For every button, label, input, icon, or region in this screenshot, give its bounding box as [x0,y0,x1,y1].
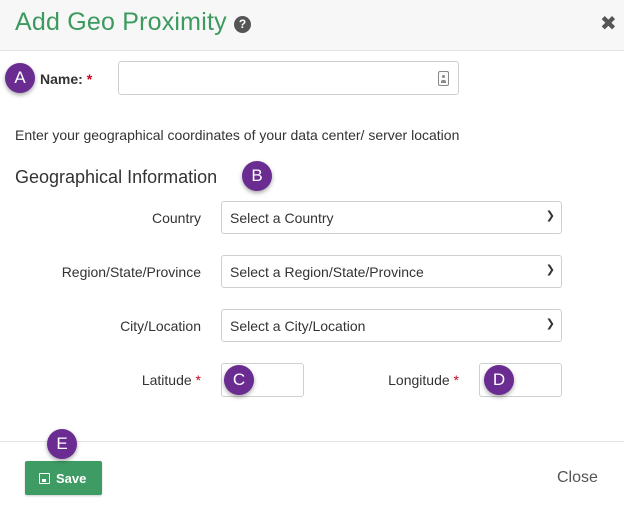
latitude-label: Latitude * [100,372,201,388]
chevron-down-icon: ❯ [545,210,555,222]
dialog-header: Add Geo Proximity ? ✖ [0,0,624,51]
floppy-disk-icon [39,473,50,484]
contact-card-icon [438,71,449,86]
annotation-badge-b: B [242,161,272,191]
intro-text: Enter your geographical coordinates of y… [15,127,460,143]
close-icon[interactable]: ✖ [600,11,617,36]
dialog-title: Add Geo Proximity [15,8,227,36]
save-button[interactable]: Save [25,461,102,495]
footer-divider [0,441,624,442]
name-input[interactable] [118,61,459,95]
annotation-badge-e: E [47,429,77,459]
longitude-label-text: Longitude [388,372,450,388]
required-asterisk: * [453,372,459,388]
latitude-label-text: Latitude [141,372,192,388]
city-label: City/Location [120,318,201,334]
help-icon[interactable]: ? [234,16,251,33]
close-button[interactable]: Close [557,469,598,487]
city-select-value: Select a City/Location [230,318,366,334]
chevron-down-icon: ❯ [545,318,555,330]
country-select-value: Select a Country [230,210,334,226]
name-label: Name: * [40,71,92,87]
annotation-badge-a: A [5,63,35,93]
annotation-badge-c: C [224,365,254,395]
region-label: Region/State/Province [61,264,201,280]
required-asterisk: * [86,71,93,87]
required-asterisk: * [195,372,201,388]
save-button-label: Save [56,471,87,486]
region-select[interactable]: Select a Region/State/Province ❯ [221,255,562,288]
region-select-value: Select a Region/State/Province [230,264,424,280]
name-label-text: Name: [40,71,83,87]
section-title: Geographical Information [15,167,218,187]
annotation-badge-d: D [484,365,514,395]
chevron-down-icon: ❯ [545,264,555,276]
city-select[interactable]: Select a City/Location ❯ [221,309,562,342]
longitude-label: Longitude * [355,372,459,388]
country-label: Country [151,210,201,226]
country-select[interactable]: Select a Country ❯ [221,201,562,234]
